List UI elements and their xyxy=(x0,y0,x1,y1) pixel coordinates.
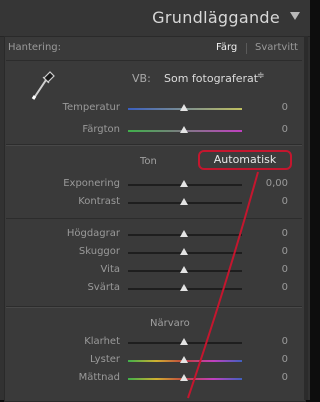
contrast-thumb[interactable] xyxy=(180,198,188,205)
highlights-slider[interactable]: Högdagrar 0 xyxy=(0,226,310,242)
wb-label: VB: xyxy=(132,72,151,85)
exposure-slider[interactable]: Exponering 0,00 xyxy=(0,176,310,192)
shadows-thumb[interactable] xyxy=(180,248,188,255)
treatment-bw-button[interactable]: Svartvitt xyxy=(255,42,298,53)
shadows-slider[interactable]: Skuggor 0 xyxy=(0,244,310,260)
blacks-label: Svärta xyxy=(87,282,120,293)
tint-label: Färgton xyxy=(82,124,120,135)
whites-label: Vita xyxy=(100,264,120,275)
clarity-slider[interactable]: Klarhet 0 xyxy=(0,334,310,350)
saturation-value[interactable]: 0 xyxy=(282,372,288,383)
blacks-value[interactable]: 0 xyxy=(282,282,288,293)
tint-slider[interactable]: Färgton 0 xyxy=(0,122,310,138)
auto-tone-button[interactable]: Automatisk xyxy=(198,150,292,170)
whites-slider[interactable]: Vita 0 xyxy=(0,262,310,278)
highlights-value[interactable]: 0 xyxy=(282,228,288,239)
wb-select-arrows-icon[interactable]: ≑ xyxy=(257,71,265,81)
vibrance-value[interactable]: 0 xyxy=(282,354,288,365)
saturation-slider[interactable]: Mättnad 0 xyxy=(0,370,310,386)
highlights-thumb[interactable] xyxy=(180,230,188,237)
saturation-thumb[interactable] xyxy=(180,374,188,381)
divider xyxy=(6,60,302,61)
tint-thumb[interactable] xyxy=(180,126,188,133)
contrast-label: Kontrast xyxy=(78,196,120,207)
panel-title: Grundläggande xyxy=(152,8,280,27)
exposure-label: Exponering xyxy=(63,178,120,189)
contrast-value[interactable]: 0 xyxy=(282,196,288,207)
treatment-color-button[interactable]: Färg xyxy=(216,42,237,53)
vibrance-thumb[interactable] xyxy=(180,356,188,363)
tint-value[interactable]: 0 xyxy=(282,124,288,135)
divider xyxy=(6,307,302,308)
eyedropper-icon[interactable] xyxy=(28,66,58,102)
treatment-row: Hantering: Färg Svartvitt xyxy=(4,38,304,58)
blacks-slider[interactable]: Svärta 0 xyxy=(0,280,310,296)
tone-title: Ton xyxy=(140,156,157,167)
highlights-label: Högdagrar xyxy=(66,228,120,239)
collapse-triangle-icon[interactable] xyxy=(290,12,300,20)
vibrance-slider[interactable]: Lyster 0 xyxy=(0,352,310,368)
clarity-label: Klarhet xyxy=(84,336,120,347)
temperature-slider[interactable]: Temperatur 0 xyxy=(0,100,310,116)
divider xyxy=(6,145,302,146)
temperature-value[interactable]: 0 xyxy=(282,102,288,113)
divider xyxy=(6,218,302,219)
exposure-value[interactable]: 0,00 xyxy=(266,178,288,189)
shadows-label: Skuggor xyxy=(78,246,120,257)
exposure-thumb[interactable] xyxy=(180,180,188,187)
contrast-slider[interactable]: Kontrast 0 xyxy=(0,194,310,210)
saturation-label: Mättnad xyxy=(78,372,120,383)
presence-title: Närvaro xyxy=(150,318,190,329)
temperature-thumb[interactable] xyxy=(180,104,188,111)
wb-select[interactable]: Som fotograferat xyxy=(164,72,258,85)
clarity-thumb[interactable] xyxy=(180,338,188,345)
shadows-value[interactable]: 0 xyxy=(282,246,288,257)
blacks-thumb[interactable] xyxy=(180,284,188,291)
clarity-value[interactable]: 0 xyxy=(282,336,288,347)
whites-thumb[interactable] xyxy=(180,266,188,273)
temperature-label: Temperatur xyxy=(62,102,120,113)
panel-header[interactable]: Grundläggande xyxy=(0,0,310,37)
whites-value[interactable]: 0 xyxy=(282,264,288,275)
treatment-separator xyxy=(246,43,247,54)
scrollbar[interactable] xyxy=(304,36,308,400)
vibrance-label: Lyster xyxy=(90,354,120,365)
treatment-label: Hantering: xyxy=(8,42,62,53)
